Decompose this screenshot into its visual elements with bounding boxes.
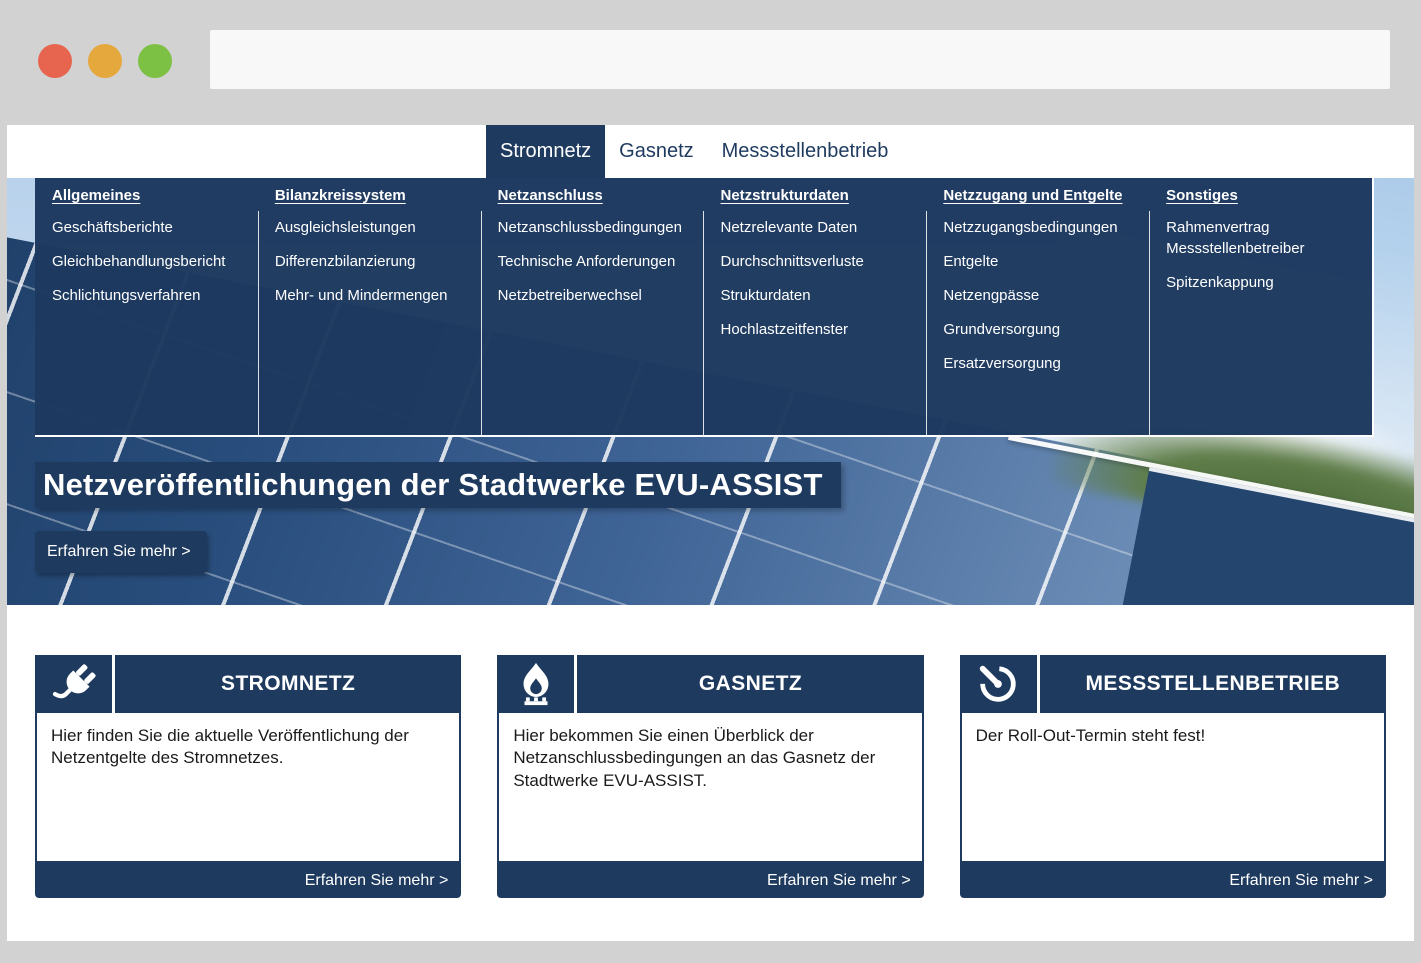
page-title: Netzveröffentlichungen der Stadtwerke EV… (43, 467, 823, 503)
menu-item-hochlastzeitfenster[interactable]: Hochlastzeitfenster (720, 319, 916, 340)
card-gasnetz: GASNETZHier bekommen Sie einen Überblick… (497, 655, 923, 898)
menu-column-title-sonstiges[interactable]: Sonstiges (1166, 187, 1362, 204)
card-title: GASNETZ (577, 655, 923, 713)
maximize-window-button[interactable] (138, 44, 172, 78)
card-messstellenbetrieb: MESSSTELLENBETRIEBDer Roll-Out-Termin st… (960, 655, 1386, 898)
card-learn-more-button[interactable]: Erfahren Sie mehr > (497, 863, 923, 898)
info-cards: STROMNETZHier finden Sie die aktuelle Ve… (7, 605, 1414, 898)
card-learn-more-button[interactable]: Erfahren Sie mehr > (960, 863, 1386, 898)
menu-column-title-netzanschluss[interactable]: Netzanschluss (498, 187, 694, 204)
menu-item-mehr-und-mindermengen[interactable]: Mehr- und Mindermengen (275, 285, 471, 306)
menu-item-strukturdaten[interactable]: Strukturdaten (720, 285, 916, 306)
card-body-text: Der Roll-Out-Termin steht fest! (960, 713, 1386, 863)
menu-item-rahmenvertrag-messstellenbetreiber[interactable]: Rahmenvertrag Messstellenbetreiber (1166, 217, 1362, 259)
card-title: STROMNETZ (115, 655, 461, 713)
flame-icon (497, 655, 574, 713)
menu-item-netzengpasse[interactable]: Netzengpässe (943, 285, 1139, 306)
minimize-window-button[interactable] (88, 44, 122, 78)
tab-messstellenbetrieb[interactable]: Messstellenbetrieb (708, 125, 903, 178)
card-stromnetz: STROMNETZHier finden Sie die aktuelle Ve… (35, 655, 461, 898)
menu-column-netzzugang-und-entgelte: Netzzugang und Entgelte Netzzugangsbeding… (926, 178, 1149, 435)
menu-item-entgelte[interactable]: Entgelte (943, 251, 1139, 272)
card-body-text: Hier finden Sie die aktuelle Veröffentli… (35, 713, 461, 863)
menu-column-bilanzkreissystem: Bilanzkreissystem Ausgleichsleistungen Dif… (258, 178, 481, 435)
card-learn-more-button[interactable]: Erfahren Sie mehr > (35, 863, 461, 898)
menu-column-sonstiges: Sonstiges Rahmenvertrag Messstellenbetrei… (1149, 178, 1372, 435)
page: StromnetzGasnetzMessstellenbetrieb Allge… (7, 125, 1414, 941)
menu-item-netzanschlussbedingungen[interactable]: Netzanschlussbedingungen (498, 217, 694, 238)
gauge-icon (960, 655, 1037, 713)
menu-item-technische-anforderungen[interactable]: Technische Anforderungen (498, 251, 694, 272)
menu-column-allgemeines: Allgemeines Geschäftsberichte Gleichbehand… (35, 178, 258, 435)
menu-item-schlichtungsverfahren[interactable]: Schlichtungsverfahren (52, 285, 248, 306)
menu-column-netzanschluss: Netzanschluss Netzanschlussbedingungen Tec… (481, 178, 704, 435)
menu-column-title-bilanzkreissystem[interactable]: Bilanzkreissystem (275, 187, 471, 204)
card-header: MESSSTELLENBETRIEB (960, 655, 1386, 713)
menu-column-title-netzstrukturdaten[interactable]: Netzstrukturdaten (720, 187, 916, 204)
menu-column-title-netzzugang-und-entgelte[interactable]: Netzzugang und Entgelte (943, 187, 1139, 204)
hero-learn-more-button[interactable]: Erfahren Sie mehr > (35, 531, 207, 573)
menu-column-netzstrukturdaten: Netzstrukturdaten Netzrelevante Daten Durc… (703, 178, 926, 435)
browser-chrome (0, 0, 1421, 125)
address-bar[interactable] (210, 30, 1390, 89)
menu-item-geschaftsberichte[interactable]: Geschäftsberichte (52, 217, 248, 238)
close-window-button[interactable] (38, 44, 72, 78)
hero-banner: Allgemeines Geschäftsberichte Gleichbehand… (7, 178, 1414, 605)
card-title: MESSSTELLENBETRIEB (1040, 655, 1386, 713)
menu-item-netzzugangsbedingungen[interactable]: Netzzugangsbedingungen (943, 217, 1139, 238)
browser-window: StromnetzGasnetzMessstellenbetrieb Allge… (0, 0, 1421, 963)
card-header: GASNETZ (497, 655, 923, 713)
hero-title-bar: Netzveröffentlichungen der Stadtwerke EV… (35, 462, 841, 508)
tab-stromnetz[interactable]: Stromnetz (486, 125, 605, 178)
card-header: STROMNETZ (35, 655, 461, 713)
menu-item-gleichbehandlungsbericht[interactable]: Gleichbehandlungsbericht (52, 251, 248, 272)
menu-item-ausgleichsleistungen[interactable]: Ausgleichsleistungen (275, 217, 471, 238)
main-navigation: StromnetzGasnetzMessstellenbetrieb (7, 125, 1414, 178)
menu-item-differenzbilanzierung[interactable]: Differenzbilanzierung (275, 251, 471, 272)
traffic-lights (38, 44, 172, 78)
menu-item-grundversorgung[interactable]: Grundversorgung (943, 319, 1139, 340)
menu-column-title-allgemeines[interactable]: Allgemeines (52, 187, 248, 204)
nav-tabs: StromnetzGasnetzMessstellenbetrieb (486, 125, 1414, 178)
tab-gasnetz[interactable]: Gasnetz (605, 125, 707, 178)
menu-item-netzbetreiberwechsel[interactable]: Netzbetreiberwechsel (498, 285, 694, 306)
menu-item-durchschnittsverluste[interactable]: Durchschnittsverluste (720, 251, 916, 272)
card-body-text: Hier bekommen Sie einen Überblick der Ne… (497, 713, 923, 863)
menu-item-ersatzversorgung[interactable]: Ersatzversorgung (943, 353, 1139, 374)
mega-menu-stromnetz: Allgemeines Geschäftsberichte Gleichbehand… (35, 178, 1374, 437)
menu-item-netzrelevante-daten[interactable]: Netzrelevante Daten (720, 217, 916, 238)
plug-icon (35, 655, 112, 713)
menu-item-spitzenkappung[interactable]: Spitzenkappung (1166, 272, 1362, 293)
